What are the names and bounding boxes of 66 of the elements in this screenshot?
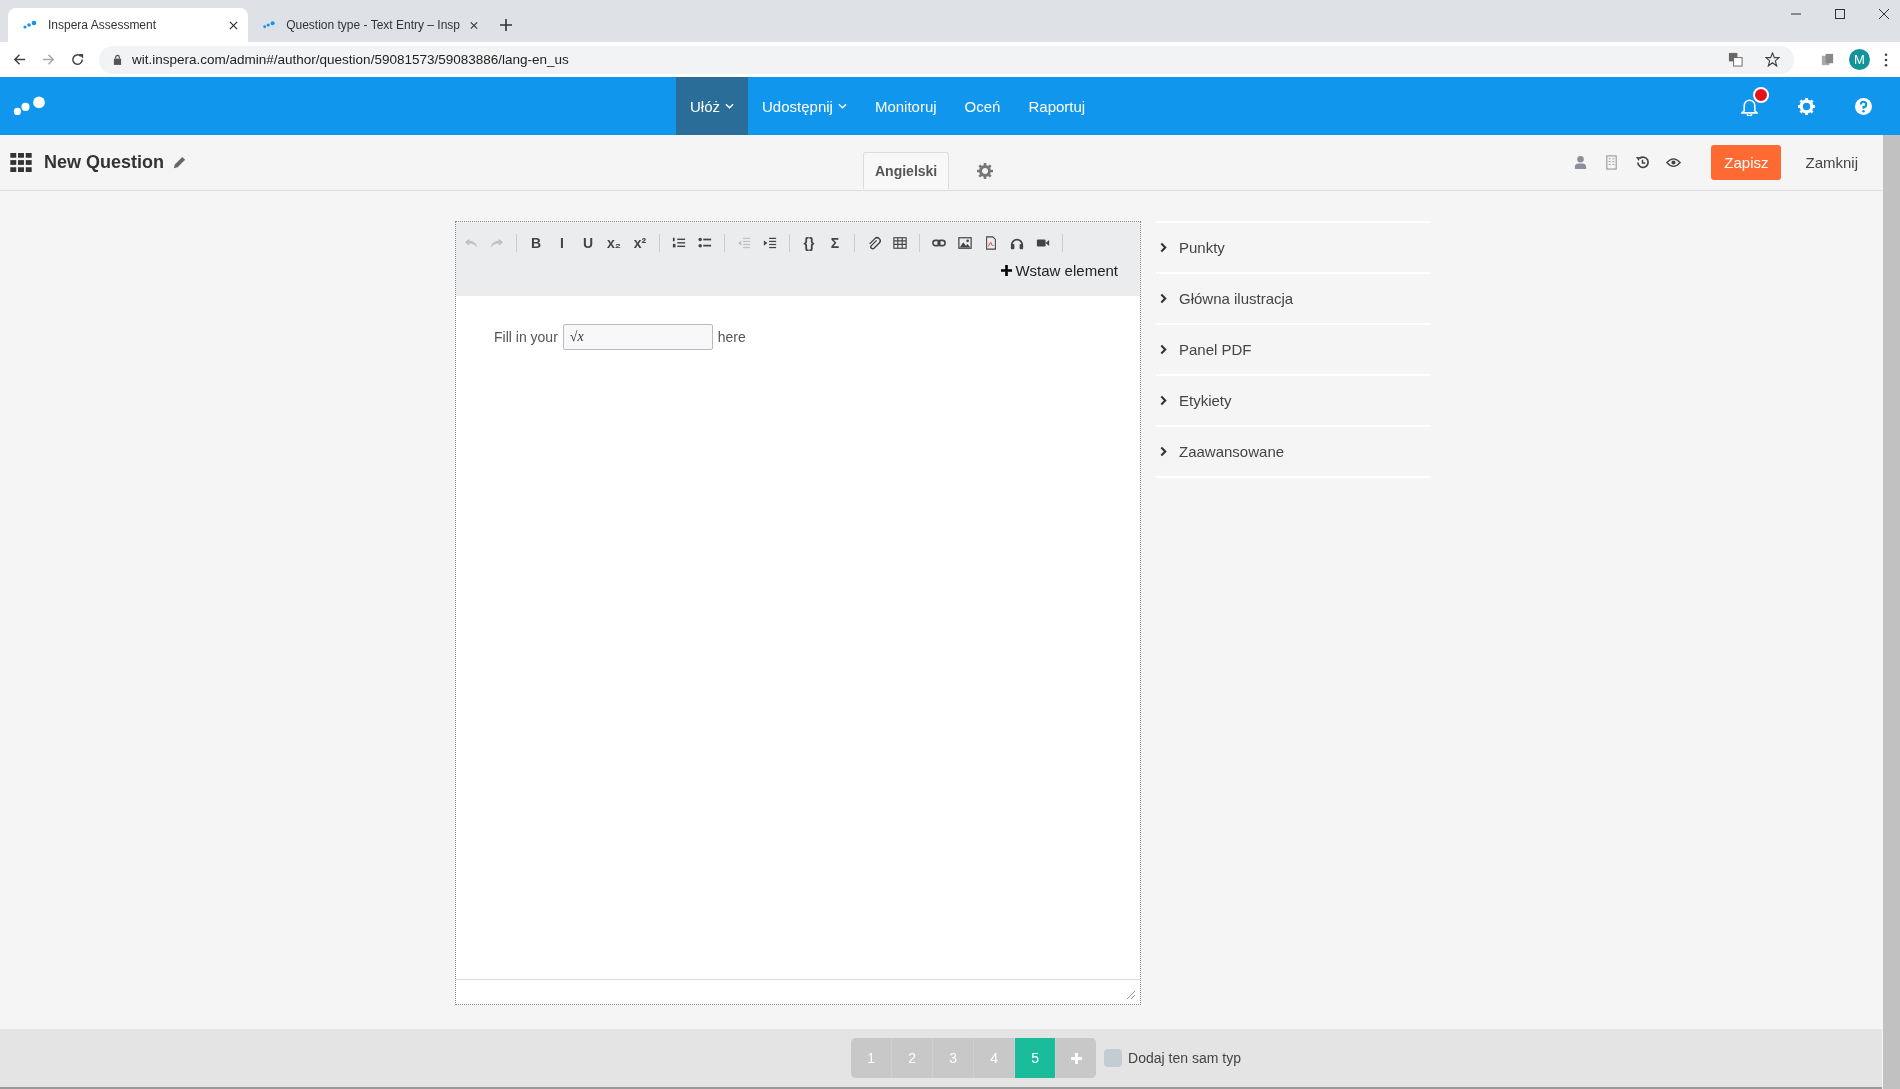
accordion-section[interactable]: Etykiety	[1156, 376, 1431, 427]
star-icon[interactable]	[1765, 52, 1780, 67]
dots-logo-icon	[262, 20, 277, 30]
help-icon[interactable]	[1855, 97, 1872, 115]
accordion-section[interactable]: Panel PDF	[1156, 325, 1431, 376]
image-icon[interactable]	[958, 236, 972, 250]
indent-icon[interactable]	[763, 236, 777, 250]
headphones-icon[interactable]	[1010, 236, 1024, 250]
toolbar-button[interactable]: I	[555, 235, 569, 251]
accordion-section[interactable]: Punkty	[1156, 223, 1431, 274]
bullet-list-icon[interactable]	[698, 236, 712, 250]
resize-handle-icon[interactable]	[1126, 990, 1136, 1000]
accordion-section[interactable]: Główna ilustracja	[1156, 274, 1431, 325]
extensions-icon[interactable]	[1820, 52, 1835, 67]
eye-icon[interactable]	[1666, 155, 1682, 170]
user-icon[interactable]	[1573, 155, 1589, 170]
browser-tab[interactable]: Inspera Assessment	[8, 8, 248, 42]
chevron-icon	[1160, 395, 1167, 406]
insert-element-button[interactable]: Wstaw element	[995, 258, 1124, 283]
profile-avatar[interactable]: M	[1849, 49, 1870, 70]
scrollbar[interactable]	[1883, 135, 1900, 1089]
toolbar-button[interactable]: x₂	[607, 235, 621, 251]
nav-menu-item[interactable]: Ułóż	[676, 77, 748, 135]
language-tab[interactable]: Angielski	[863, 152, 950, 189]
plus-icon	[1070, 1052, 1082, 1064]
chevron-icon	[1160, 446, 1167, 457]
lock-icon	[113, 54, 122, 65]
toolbar-button[interactable]: x²	[633, 235, 647, 251]
table-icon[interactable]	[893, 236, 907, 250]
pdf-icon[interactable]	[984, 236, 998, 250]
toolbar-button[interactable]: U	[581, 235, 595, 251]
dots-logo-icon	[22, 20, 38, 30]
more-menu-icon[interactable]	[1884, 52, 1888, 67]
back-arrow-icon[interactable]	[12, 52, 27, 67]
chevron-icon	[1160, 293, 1167, 304]
browser-tab[interactable]: Question type - Text Entry – Insp	[248, 8, 488, 42]
settings-icon[interactable]	[977, 162, 994, 179]
reload-icon[interactable]	[70, 52, 85, 67]
question-text: here	[717, 328, 746, 345]
question-text: Fill in your	[494, 328, 558, 345]
plus-icon	[1001, 265, 1013, 276]
apps-grid-icon[interactable]	[10, 153, 32, 172]
address-field[interactable]: wit.inspera.com/admin#/author/question/59081573/59083886/lang-en_us	[99, 45, 1794, 74]
paperclip-icon[interactable]	[867, 236, 881, 250]
checkbox-label: Dodaj ten sam typ	[1128, 1050, 1241, 1066]
pencil-icon[interactable]	[172, 155, 187, 170]
toolbar-button[interactable]: {}	[802, 235, 816, 251]
accordion-section[interactable]: Zaawansowane	[1156, 427, 1431, 478]
ordered-list-icon[interactable]	[672, 236, 686, 250]
history-icon[interactable]	[1635, 155, 1651, 170]
translate-icon[interactable]	[1728, 52, 1743, 67]
close-icon[interactable]	[470, 20, 478, 30]
toolbar-button[interactable]: B	[529, 235, 543, 251]
plus-icon[interactable]	[500, 19, 512, 31]
answer-field[interactable]: √x	[562, 324, 713, 350]
close-icon[interactable]	[229, 20, 238, 30]
toolbar-button[interactable]: Σ	[828, 235, 842, 251]
close-icon[interactable]	[1878, 8, 1890, 20]
checkbox[interactable]	[1104, 1049, 1123, 1067]
maximize-icon[interactable]	[1834, 8, 1846, 20]
dots-logo-icon[interactable]	[12, 95, 48, 117]
chevron-icon	[1160, 242, 1167, 253]
bell-icon[interactable]	[1741, 96, 1758, 116]
close-link[interactable]: Zamknij	[1805, 154, 1858, 171]
chevron-icon	[1160, 344, 1167, 355]
question-title: New Question	[44, 152, 164, 173]
